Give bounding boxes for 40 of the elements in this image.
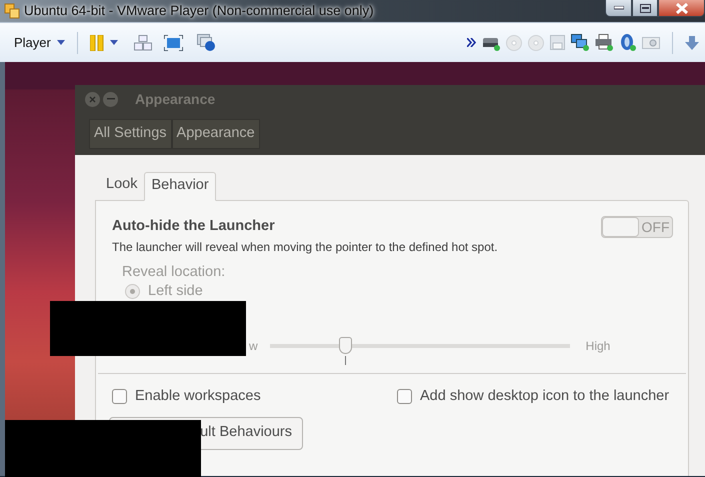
minimize-icon — [106, 98, 114, 100]
breadcrumb-button[interactable]: All Settings — [89, 119, 172, 149]
vmware-logo-icon — [4, 3, 20, 19]
pause-icon[interactable] — [90, 34, 104, 50]
maximize-button[interactable] — [632, 0, 658, 17]
checkbox-label[interactable]: Add show desktop icon to the launcher — [420, 386, 670, 408]
down-arrow-icon[interactable] — [685, 36, 699, 50]
fullscreen-icon[interactable] — [164, 34, 183, 50]
checkbox[interactable] — [112, 389, 127, 404]
close-icon — [89, 96, 96, 102]
window-title: Ubuntu 64-bit - VMware Player (Non-commercial use only) — [24, 2, 374, 20]
printer-icon[interactable] — [595, 34, 613, 51]
player-menu[interactable]: Player — [14, 32, 51, 52]
chevron-icon[interactable] — [467, 38, 476, 47]
camera-icon[interactable] — [642, 36, 660, 49]
checkbox-label[interactable]: Enable workspaces — [135, 386, 261, 408]
field-label: Reveal location: — [122, 262, 226, 282]
breadcrumb-button[interactable]: Appearance — [172, 119, 260, 149]
tick-mark — [344, 356, 346, 365]
slider-thumb[interactable] — [338, 336, 352, 354]
speaker-icon[interactable] — [619, 34, 636, 51]
network-icon[interactable] — [571, 34, 589, 51]
slider-label: w — [249, 338, 258, 355]
window-title: Appearance — [135, 90, 216, 109]
slider-label: High — [586, 338, 610, 355]
checkbox[interactable] — [397, 389, 412, 404]
keyboard-keys-icon[interactable] — [134, 34, 152, 50]
close-icon — [674, 2, 688, 14]
close-button[interactable] — [658, 0, 705, 17]
unity-icon[interactable] — [196, 34, 215, 51]
tab[interactable]: Behavior — [144, 172, 216, 201]
section-heading: Auto-hide the Launcher — [112, 217, 276, 236]
minimize-icon — [614, 6, 624, 10]
maximize-icon — [640, 4, 650, 12]
section-description: The launcher will reveal when moving the pointer to the defined hot spot. — [112, 238, 498, 256]
caret-icon[interactable] — [56, 40, 65, 45]
floppy-icon[interactable] — [550, 35, 565, 50]
minimize-button[interactable] — [605, 0, 632, 17]
caret-icon[interactable] — [110, 40, 118, 45]
tab[interactable]: Look — [99, 171, 144, 200]
